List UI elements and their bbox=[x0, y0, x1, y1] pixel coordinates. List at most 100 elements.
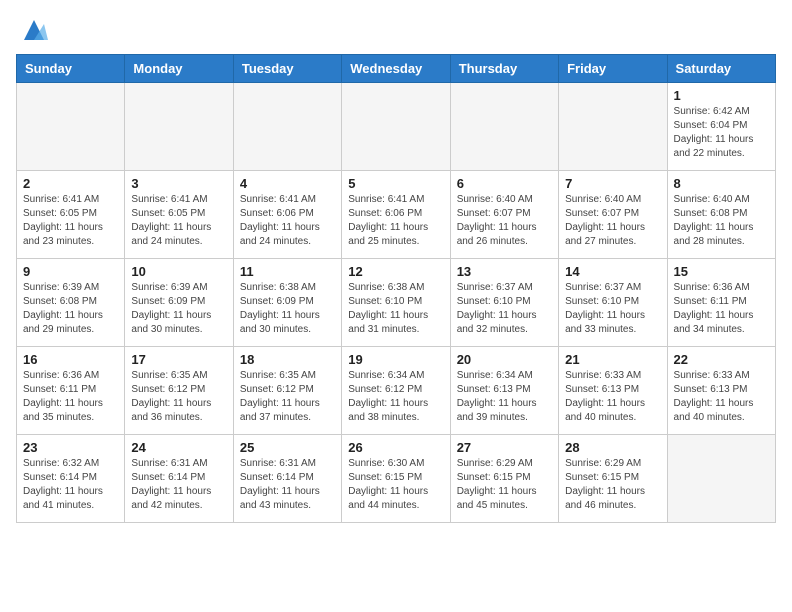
day-number: 24 bbox=[131, 440, 226, 455]
calendar-cell: 12Sunrise: 6:38 AM Sunset: 6:10 PM Dayli… bbox=[342, 259, 450, 347]
calendar-cell: 6 Sunrise: 6:40 AM Sunset: 6:07 PM Daylig… bbox=[450, 171, 558, 259]
day-info: Sunrise: 6:40 AM Sunset: 6:07 PM Dayligh… bbox=[457, 193, 552, 249]
day-info: Sunrise: 6:34 AM Sunset: 6:13 PM Dayligh… bbox=[457, 369, 552, 425]
calendar-cell bbox=[667, 435, 775, 523]
weekday-header-saturday: Saturday bbox=[667, 55, 775, 83]
weekday-header-friday: Friday bbox=[559, 55, 667, 83]
calendar-cell bbox=[450, 83, 558, 171]
calendar-cell: 9 Sunrise: 6:39 AM Sunset: 6:08 PM Daylig… bbox=[17, 259, 125, 347]
logo-icon bbox=[20, 16, 48, 44]
day-info: Sunrise: 6:41 AM Sunset: 6:05 PM Dayligh… bbox=[23, 193, 118, 249]
calendar-cell bbox=[125, 83, 233, 171]
calendar-cell: 17 Sunrise: 6:35 AM Sunset: 6:12 PM Dayli… bbox=[125, 347, 233, 435]
day-number: 4 bbox=[240, 176, 335, 191]
day-info: Sunrise: 6:36 AM Sunset: 6:11 PM Dayligh… bbox=[23, 369, 118, 425]
calendar-cell: 7Sunrise: 6:40 AM Sunset: 6:07 PM Daylig… bbox=[559, 171, 667, 259]
day-info: Sunrise: 6:30 AM Sunset: 6:15 PM Dayligh… bbox=[348, 457, 443, 513]
weekday-header-sunday: Sunday bbox=[17, 55, 125, 83]
day-info: Sunrise: 6:40 AM Sunset: 6:08 PM Dayligh… bbox=[674, 193, 769, 249]
day-number: 1 bbox=[674, 88, 769, 103]
calendar-cell: 25Sunrise: 6:31 AM Sunset: 6:14 PM Dayli… bbox=[233, 435, 341, 523]
calendar-cell: 11Sunrise: 6:38 AM Sunset: 6:09 PM Dayli… bbox=[233, 259, 341, 347]
weekday-header-tuesday: Tuesday bbox=[233, 55, 341, 83]
day-info: Sunrise: 6:32 AM Sunset: 6:14 PM Dayligh… bbox=[23, 457, 118, 513]
calendar-cell: 19 Sunrise: 6:34 AM Sunset: 6:12 PM Dayli… bbox=[342, 347, 450, 435]
calendar-week-row: 9 Sunrise: 6:39 AM Sunset: 6:08 PM Daylig… bbox=[17, 259, 776, 347]
page-header bbox=[16, 16, 776, 44]
calendar-cell bbox=[559, 83, 667, 171]
calendar-cell: 27 Sunrise: 6:29 AM Sunset: 6:15 PM Dayli… bbox=[450, 435, 558, 523]
day-info: Sunrise: 6:39 AM Sunset: 6:09 PM Dayligh… bbox=[131, 281, 226, 337]
calendar-table: SundayMondayTuesdayWednesdayThursdayFrid… bbox=[16, 54, 776, 523]
calendar-cell: 2 Sunrise: 6:41 AM Sunset: 6:05 PM Daylig… bbox=[17, 171, 125, 259]
day-info: Sunrise: 6:38 AM Sunset: 6:10 PM Dayligh… bbox=[348, 281, 443, 337]
calendar-cell: 4 Sunrise: 6:41 AM Sunset: 6:06 PM Daylig… bbox=[233, 171, 341, 259]
day-number: 11 bbox=[240, 264, 335, 279]
calendar-cell: 5 Sunrise: 6:41 AM Sunset: 6:06 PM Daylig… bbox=[342, 171, 450, 259]
day-number: 6 bbox=[457, 176, 552, 191]
day-number: 18 bbox=[240, 352, 335, 367]
day-number: 2 bbox=[23, 176, 118, 191]
day-info: Sunrise: 6:37 AM Sunset: 6:10 PM Dayligh… bbox=[457, 281, 552, 337]
day-info: Sunrise: 6:37 AM Sunset: 6:10 PM Dayligh… bbox=[565, 281, 660, 337]
calendar-week-row: 23 Sunrise: 6:32 AM Sunset: 6:14 PM Dayli… bbox=[17, 435, 776, 523]
calendar-cell: 15 Sunrise: 6:36 AM Sunset: 6:11 PM Dayli… bbox=[667, 259, 775, 347]
day-number: 14 bbox=[565, 264, 660, 279]
day-number: 9 bbox=[23, 264, 118, 279]
day-number: 15 bbox=[674, 264, 769, 279]
calendar-body: 1 Sunrise: 6:42 AM Sunset: 6:04 PM Daylig… bbox=[17, 83, 776, 523]
weekday-header-wednesday: Wednesday bbox=[342, 55, 450, 83]
day-number: 27 bbox=[457, 440, 552, 455]
day-number: 21 bbox=[565, 352, 660, 367]
calendar-week-row: 1 Sunrise: 6:42 AM Sunset: 6:04 PM Daylig… bbox=[17, 83, 776, 171]
day-info: Sunrise: 6:29 AM Sunset: 6:15 PM Dayligh… bbox=[457, 457, 552, 513]
calendar-week-row: 2 Sunrise: 6:41 AM Sunset: 6:05 PM Daylig… bbox=[17, 171, 776, 259]
day-info: Sunrise: 6:33 AM Sunset: 6:13 PM Dayligh… bbox=[674, 369, 769, 425]
day-number: 23 bbox=[23, 440, 118, 455]
calendar-cell: 20 Sunrise: 6:34 AM Sunset: 6:13 PM Dayli… bbox=[450, 347, 558, 435]
day-info: Sunrise: 6:35 AM Sunset: 6:12 PM Dayligh… bbox=[240, 369, 335, 425]
day-info: Sunrise: 6:41 AM Sunset: 6:05 PM Dayligh… bbox=[131, 193, 226, 249]
calendar-cell: 8Sunrise: 6:40 AM Sunset: 6:08 PM Daylig… bbox=[667, 171, 775, 259]
calendar-cell: 3 Sunrise: 6:41 AM Sunset: 6:05 PM Daylig… bbox=[125, 171, 233, 259]
day-info: Sunrise: 6:42 AM Sunset: 6:04 PM Dayligh… bbox=[674, 105, 769, 161]
day-info: Sunrise: 6:40 AM Sunset: 6:07 PM Dayligh… bbox=[565, 193, 660, 249]
day-info: Sunrise: 6:35 AM Sunset: 6:12 PM Dayligh… bbox=[131, 369, 226, 425]
calendar-cell: 26Sunrise: 6:30 AM Sunset: 6:15 PM Dayli… bbox=[342, 435, 450, 523]
day-number: 20 bbox=[457, 352, 552, 367]
calendar-cell: 28 Sunrise: 6:29 AM Sunset: 6:15 PM Dayli… bbox=[559, 435, 667, 523]
weekday-header-monday: Monday bbox=[125, 55, 233, 83]
day-number: 25 bbox=[240, 440, 335, 455]
calendar-cell: 13 Sunrise: 6:37 AM Sunset: 6:10 PM Dayli… bbox=[450, 259, 558, 347]
calendar-cell: 22 Sunrise: 6:33 AM Sunset: 6:13 PM Dayli… bbox=[667, 347, 775, 435]
calendar-cell: 18 Sunrise: 6:35 AM Sunset: 6:12 PM Dayli… bbox=[233, 347, 341, 435]
day-info: Sunrise: 6:29 AM Sunset: 6:15 PM Dayligh… bbox=[565, 457, 660, 513]
day-info: Sunrise: 6:36 AM Sunset: 6:11 PM Dayligh… bbox=[674, 281, 769, 337]
calendar-week-row: 16Sunrise: 6:36 AM Sunset: 6:11 PM Dayli… bbox=[17, 347, 776, 435]
day-number: 13 bbox=[457, 264, 552, 279]
calendar-cell bbox=[342, 83, 450, 171]
calendar-cell bbox=[17, 83, 125, 171]
calendar-header: SundayMondayTuesdayWednesdayThursdayFrid… bbox=[17, 55, 776, 83]
day-info: Sunrise: 6:41 AM Sunset: 6:06 PM Dayligh… bbox=[348, 193, 443, 249]
calendar-cell: 14 Sunrise: 6:37 AM Sunset: 6:10 PM Dayli… bbox=[559, 259, 667, 347]
calendar-cell: 10 Sunrise: 6:39 AM Sunset: 6:09 PM Dayli… bbox=[125, 259, 233, 347]
calendar-cell: 16Sunrise: 6:36 AM Sunset: 6:11 PM Dayli… bbox=[17, 347, 125, 435]
day-number: 28 bbox=[565, 440, 660, 455]
weekday-header-row: SundayMondayTuesdayWednesdayThursdayFrid… bbox=[17, 55, 776, 83]
day-info: Sunrise: 6:33 AM Sunset: 6:13 PM Dayligh… bbox=[565, 369, 660, 425]
day-info: Sunrise: 6:41 AM Sunset: 6:06 PM Dayligh… bbox=[240, 193, 335, 249]
calendar-cell: 23 Sunrise: 6:32 AM Sunset: 6:14 PM Dayli… bbox=[17, 435, 125, 523]
day-number: 10 bbox=[131, 264, 226, 279]
day-number: 22 bbox=[674, 352, 769, 367]
weekday-header-thursday: Thursday bbox=[450, 55, 558, 83]
day-info: Sunrise: 6:31 AM Sunset: 6:14 PM Dayligh… bbox=[131, 457, 226, 513]
day-number: 17 bbox=[131, 352, 226, 367]
calendar-cell: 1 Sunrise: 6:42 AM Sunset: 6:04 PM Daylig… bbox=[667, 83, 775, 171]
day-info: Sunrise: 6:39 AM Sunset: 6:08 PM Dayligh… bbox=[23, 281, 118, 337]
day-number: 3 bbox=[131, 176, 226, 191]
logo bbox=[16, 16, 48, 44]
day-number: 19 bbox=[348, 352, 443, 367]
day-info: Sunrise: 6:34 AM Sunset: 6:12 PM Dayligh… bbox=[348, 369, 443, 425]
day-number: 5 bbox=[348, 176, 443, 191]
